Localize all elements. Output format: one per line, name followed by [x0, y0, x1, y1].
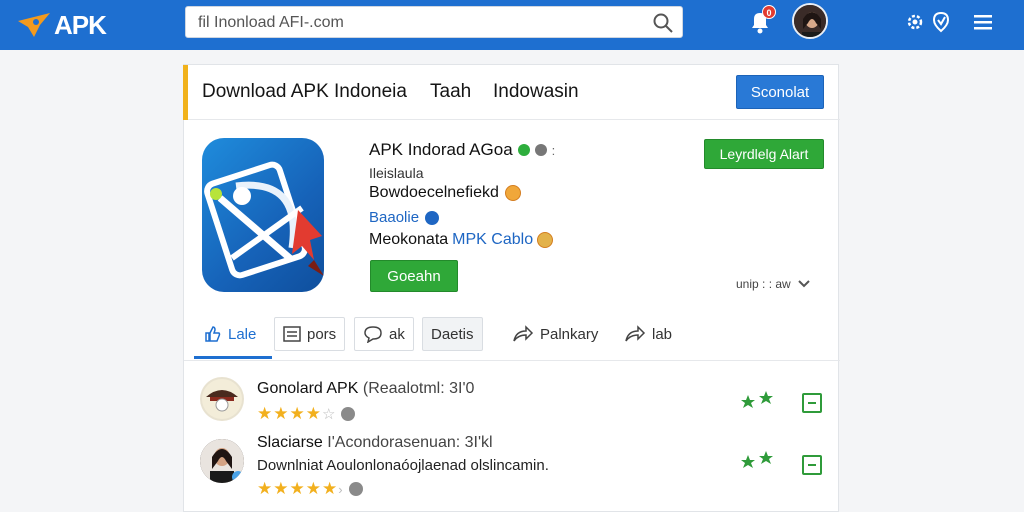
tab-posts[interactable]: pors — [274, 317, 346, 351]
chat-icon — [364, 326, 382, 343]
app-meta-3[interactable]: Baaolie — [369, 209, 419, 226]
app-card: Download APK Indoneia Taah Indowasin Sco… — [183, 64, 840, 512]
notification-badge: 0 — [762, 5, 776, 19]
tab-chat[interactable]: ak — [354, 317, 414, 351]
review-item: Slaciarse I'Acondorasenuan: 3I'kl Downln… — [184, 433, 840, 498]
location-icon[interactable] — [932, 11, 950, 33]
tab-like[interactable]: Lale — [196, 317, 264, 351]
card-title: Download APK Indoneia — [202, 81, 407, 102]
star-icon: ★ — [305, 404, 321, 423]
app-meta-4-row: Meokonata MPK Cablo — [369, 231, 554, 249]
star-icon: ★ — [257, 479, 273, 498]
thumbs-up-icon — [205, 326, 221, 342]
search-input[interactable] — [198, 12, 638, 34]
star-icon: ★ — [289, 479, 305, 498]
app-meta-4-link[interactable]: MPK Cablo — [452, 231, 533, 249]
review-rating: ★ ★ ★ ★ ☆ — [257, 404, 356, 424]
star-icon: ★ — [273, 479, 289, 498]
tab-label: Daetis — [431, 325, 474, 343]
app-meta-1: Ileislaula — [369, 165, 424, 181]
review-meta: (Reaalotml: 3I'0 — [362, 380, 475, 397]
user-portrait-icon — [200, 439, 244, 483]
avatar-portrait-icon — [794, 5, 826, 37]
logo-bird-icon — [18, 13, 50, 37]
tab-label: Palnkary — [540, 325, 599, 343]
review-meta: I'Acondorasenuan: 3I'kl — [327, 434, 493, 451]
share-icon — [625, 325, 646, 342]
list-icon — [283, 326, 301, 342]
app-meta-2-row: Bowdoecelnefiekd — [369, 184, 521, 202]
card-header: Download APK Indoneia Taah Indowasin Sco… — [183, 65, 840, 120]
half-star-icon: ☆ — [322, 406, 336, 423]
app-meta-3-row[interactable]: Baaolie — [369, 209, 440, 226]
logo-text: APK — [54, 9, 107, 40]
emoji-icon — [504, 185, 521, 201]
share-icon — [513, 325, 534, 342]
tab-lab[interactable]: lab — [616, 317, 680, 351]
star-icon: ★ — [289, 404, 305, 423]
bookmark-icon[interactable] — [802, 393, 822, 413]
review-rating: ★ ★ ★ ★ ★ › — [257, 479, 363, 499]
download-button[interactable]: Leyrdlelg Alart — [704, 139, 824, 169]
header-accent-bar — [183, 65, 188, 120]
green-stars-icon[interactable] — [740, 449, 776, 471]
app-name: APK Indorad AGoa — [369, 140, 513, 159]
install-button[interactable]: Goeahn — [370, 260, 458, 292]
app-meta-2: Bowdoecelnefiekd — [369, 184, 499, 201]
green-stars-icon[interactable] — [740, 389, 776, 411]
tab-label: pors — [307, 325, 337, 343]
info-icon[interactable] — [534, 144, 547, 156]
tab-label: Lale — [228, 325, 257, 343]
info-icon[interactable] — [348, 482, 363, 496]
star-icon: ★ — [257, 404, 273, 423]
app-logo-icon — [204, 161, 324, 279]
review-title-row: Slaciarse I'Acondorasenuan: 3I'kl — [257, 434, 493, 452]
more-label: unip : : aw — [736, 277, 791, 291]
star-icon: ★ — [273, 404, 289, 423]
app-meta-4-prefix: Meokonata — [369, 231, 449, 248]
user-avatar[interactable] — [792, 3, 828, 39]
tab-summary[interactable]: Palnkary — [504, 317, 606, 351]
more-toggle[interactable]: unip : : aw — [736, 277, 811, 291]
pokeball-avatar-icon — [202, 379, 242, 419]
search-bar[interactable] — [185, 6, 683, 38]
reply-icon: › — [338, 481, 343, 497]
header-link-1[interactable]: Taah — [430, 81, 471, 103]
review-title: Gonolard APK — [257, 380, 359, 397]
reviewer-avatar[interactable] — [200, 377, 244, 421]
star-icon: ★ — [322, 479, 338, 498]
reviewer-avatar[interactable] — [200, 439, 244, 483]
info-circle-icon — [425, 210, 440, 225]
emoji-icon-2 — [537, 232, 554, 248]
star-icon: ★ — [305, 479, 321, 498]
tab-label: lab — [652, 325, 673, 343]
review-item: Gonolard APK (Reaalotml: 3I'0 ★ ★ ★ ★ ☆ — [184, 371, 840, 431]
verified-icon — [517, 144, 530, 156]
header-link-2[interactable]: Indowasin — [493, 81, 579, 103]
top-bar: APK 0 — [0, 0, 1024, 50]
tab-label: ak — [389, 325, 405, 343]
more-dots-icon: : — [551, 142, 556, 158]
menu-icon[interactable] — [972, 11, 994, 33]
active-tab-indicator — [194, 356, 272, 359]
tab-bar: Lale pors ak Daetis Palnkary lab — [184, 311, 840, 361]
tab-details[interactable]: Daetis — [422, 317, 483, 351]
review-title: Slaciarse — [257, 434, 323, 451]
app-icon — [202, 138, 324, 292]
app-name-row: APK Indorad AGoa : — [369, 140, 555, 160]
logo[interactable]: APK — [16, 6, 107, 44]
review-title-row: Gonolard APK (Reaalotml: 3I'0 — [257, 380, 474, 398]
info-icon[interactable] — [341, 407, 356, 421]
settings-icon[interactable] — [904, 11, 926, 33]
review-body: Downlniat Aoulonlonaóojlaenad olslincami… — [257, 457, 549, 474]
bookmark-icon[interactable] — [802, 455, 822, 475]
chevron-down-icon — [797, 280, 810, 288]
primary-action-button[interactable]: Sconolat — [736, 75, 824, 109]
search-icon[interactable] — [652, 12, 674, 34]
